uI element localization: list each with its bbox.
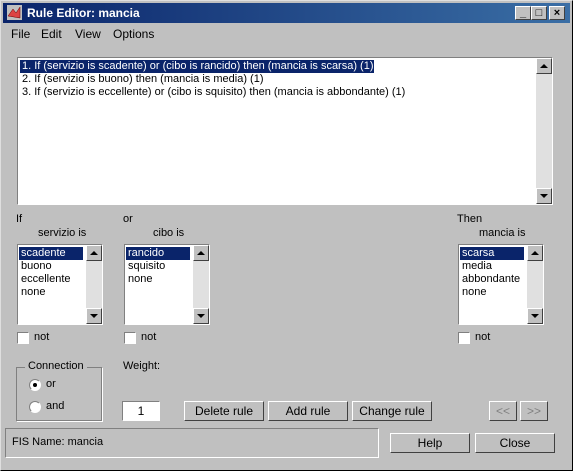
servizio-not-checkbox[interactable] bbox=[17, 332, 29, 344]
close-window-button[interactable]: × bbox=[549, 6, 565, 20]
scroll-up-button[interactable] bbox=[527, 245, 543, 261]
mancia-scrollbar[interactable] bbox=[527, 245, 543, 324]
radio-and-label: and bbox=[46, 400, 65, 412]
list-item[interactable]: abbondante bbox=[460, 273, 520, 286]
not-label: not bbox=[475, 331, 491, 343]
menu-options[interactable]: Options bbox=[113, 27, 154, 41]
list-item[interactable]: media bbox=[460, 260, 492, 273]
scroll-down-button[interactable] bbox=[527, 308, 543, 324]
scroll-up-button[interactable] bbox=[86, 245, 102, 261]
arrow-up-icon bbox=[531, 251, 539, 255]
prev-button[interactable]: << bbox=[489, 401, 517, 421]
radio-or-label: or bbox=[46, 378, 56, 390]
arrow-down-icon bbox=[197, 314, 205, 318]
rule-2[interactable]: 2. If (servizio is buono) then (mancia i… bbox=[20, 73, 263, 86]
menu-bar: File Edit View Options bbox=[3, 25, 570, 43]
title-bar: Rule Editor: mancia _ □ × bbox=[3, 3, 570, 23]
radio-and[interactable] bbox=[29, 401, 41, 413]
list-item[interactable]: buono bbox=[19, 260, 52, 273]
fis-name-text: FIS Name: mancia bbox=[12, 436, 104, 448]
not-label: not bbox=[34, 331, 50, 343]
scroll-up-button[interactable] bbox=[536, 58, 552, 74]
rule-1[interactable]: 1. If (servizio is scadente) or (cibo is… bbox=[19, 59, 375, 74]
list-item[interactable]: squisito bbox=[126, 260, 165, 273]
arrow-up-icon bbox=[540, 64, 548, 68]
minimize-icon: _ bbox=[519, 7, 527, 19]
arrow-down-icon bbox=[531, 314, 539, 318]
list-item[interactable]: rancido bbox=[126, 247, 190, 260]
close-button[interactable]: Close bbox=[475, 433, 555, 453]
arrow-up-icon bbox=[90, 251, 98, 255]
list-item[interactable]: scadente bbox=[19, 247, 83, 260]
mancia-not-checkbox[interactable] bbox=[458, 332, 470, 344]
weight-label: Weight: bbox=[123, 360, 161, 372]
rules-scrollbar[interactable] bbox=[536, 58, 552, 204]
window-title: Rule Editor: mancia bbox=[27, 6, 140, 20]
arrow-up-icon bbox=[197, 251, 205, 255]
scroll-up-button[interactable] bbox=[193, 245, 209, 261]
close-icon: × bbox=[553, 7, 561, 19]
radio-selected-dot bbox=[33, 383, 37, 387]
menu-edit[interactable]: Edit bbox=[41, 27, 62, 41]
delete-rule-button[interactable]: Delete rule bbox=[184, 401, 264, 421]
arrow-down-icon bbox=[90, 314, 98, 318]
or-label: or bbox=[123, 213, 133, 225]
servizio-list[interactable]: scadente buono eccellente none bbox=[17, 244, 103, 325]
maximize-icon: □ bbox=[535, 7, 543, 19]
arrow-down-icon bbox=[540, 194, 548, 198]
cibo-title: cibo is bbox=[153, 227, 185, 239]
menu-file[interactable]: File bbox=[11, 27, 30, 41]
weight-input[interactable]: 1 bbox=[122, 401, 160, 421]
scroll-down-button[interactable] bbox=[86, 308, 102, 324]
scroll-down-button[interactable] bbox=[536, 188, 552, 204]
add-rule-button[interactable]: Add rule bbox=[268, 401, 348, 421]
matlab-icon bbox=[7, 5, 22, 20]
not-label: not bbox=[141, 331, 157, 343]
servizio-title: servizio is bbox=[38, 227, 87, 239]
if-label: If bbox=[16, 213, 23, 225]
list-item[interactable]: none bbox=[460, 286, 486, 299]
mancia-title: mancia is bbox=[479, 227, 526, 239]
maximize-button[interactable]: □ bbox=[531, 6, 547, 20]
help-button[interactable]: Help bbox=[390, 433, 470, 453]
then-label: Then bbox=[457, 213, 483, 225]
connection-title: Connection bbox=[25, 360, 87, 372]
rule-3[interactable]: 3. If (servizio is eccellente) or (cibo … bbox=[20, 86, 405, 99]
scroll-down-button[interactable] bbox=[193, 308, 209, 324]
next-button[interactable]: >> bbox=[520, 401, 548, 421]
mancia-list[interactable]: scarsa media abbondante none bbox=[458, 244, 544, 325]
cibo-scrollbar[interactable] bbox=[193, 245, 209, 324]
list-item[interactable]: scarsa bbox=[460, 247, 524, 260]
list-item[interactable]: none bbox=[19, 286, 45, 299]
rules-list[interactable]: 1. If (servizio is scadente) or (cibo is… bbox=[17, 57, 553, 205]
cibo-list[interactable]: rancido squisito none bbox=[124, 244, 210, 325]
connection-group bbox=[16, 367, 102, 421]
list-item[interactable]: eccellente bbox=[19, 273, 71, 286]
cibo-not-checkbox[interactable] bbox=[124, 332, 136, 344]
menu-view[interactable]: View bbox=[75, 27, 101, 41]
change-rule-button[interactable]: Change rule bbox=[352, 401, 432, 421]
minimize-button[interactable]: _ bbox=[515, 6, 531, 20]
radio-or[interactable] bbox=[29, 379, 41, 391]
list-item[interactable]: none bbox=[126, 273, 152, 286]
servizio-scrollbar[interactable] bbox=[86, 245, 102, 324]
status-panel: FIS Name: mancia bbox=[5, 428, 379, 458]
rule-editor-window: Rule Editor: mancia _ □ × File Edit View… bbox=[0, 0, 573, 471]
